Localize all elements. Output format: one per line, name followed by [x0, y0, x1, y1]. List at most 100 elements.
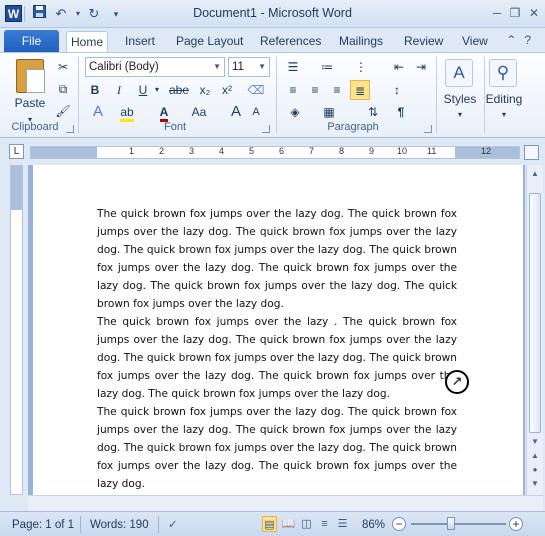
sort-icon[interactable]: ⇅: [364, 102, 382, 122]
restore-icon[interactable]: ❐: [506, 5, 524, 21]
tab-page-layout[interactable]: Page Layout: [172, 31, 247, 52]
outline-icon[interactable]: ≡: [317, 516, 332, 532]
horizontal-ruler[interactable]: 1 2 3 4 5 6 7 8 9 10 11 12: [30, 146, 520, 159]
grow-font-button[interactable]: A: [228, 102, 244, 122]
horizontal-scroll-area: [28, 495, 543, 511]
zoom-level[interactable]: 86%: [362, 517, 385, 533]
borders-icon[interactable]: ▦: [318, 102, 340, 122]
scroll-down-icon[interactable]: ▼: [529, 435, 541, 449]
full-screen-reading-icon[interactable]: 📖: [281, 516, 296, 532]
decrease-indent-icon[interactable]: ⇤: [390, 57, 408, 77]
editing-dropdown-icon[interactable]: ▾: [484, 105, 524, 125]
change-case-button[interactable]: Aa: [184, 102, 214, 122]
zoom-slider-track[interactable]: [411, 523, 506, 525]
font-family-combo[interactable]: Calibri (Body) ▼: [85, 57, 225, 77]
tab-home[interactable]: Home: [66, 31, 109, 52]
ruler-number: 12: [481, 146, 492, 156]
align-left-icon[interactable]: ≡: [284, 80, 302, 100]
ribbon: Paste ▾ ✂ ⧉ 🖌 Clipboard Calibri (Body) ▼…: [0, 52, 545, 138]
binoculars-icon[interactable]: ⚲: [489, 59, 517, 87]
ribbon-collapse-help[interactable]: ⌃?: [506, 33, 539, 47]
help-icon[interactable]: ?: [524, 33, 539, 47]
minimize-ribbon-icon[interactable]: ⌃: [506, 33, 524, 47]
tab-selector[interactable]: L: [9, 144, 24, 159]
clipboard-launcher-icon[interactable]: [66, 125, 74, 133]
group-separator: [78, 57, 79, 133]
strikethrough-button[interactable]: abe: [166, 80, 192, 100]
zoom-in-icon[interactable]: +: [509, 517, 523, 531]
proofing-icon[interactable]: ✓: [168, 517, 178, 533]
tab-view[interactable]: View: [458, 31, 492, 52]
tab-mailings[interactable]: Mailings: [335, 31, 387, 52]
font-size-value: 11: [232, 61, 244, 73]
ruler-row: L 1 2 3 4 5 6 7 8 9 10 11 12: [0, 139, 545, 165]
view-ruler-icon[interactable]: [524, 145, 539, 160]
underline-button[interactable]: U: [134, 80, 152, 100]
document-page[interactable]: The quick brown fox jumps over the lazy …: [33, 165, 523, 495]
justify-icon[interactable]: ≣: [350, 80, 370, 100]
print-layout-icon[interactable]: ▤: [262, 516, 277, 532]
zoom-out-icon[interactable]: −: [392, 517, 406, 531]
styles-icon[interactable]: A: [445, 59, 473, 87]
browse-object-icon[interactable]: ●: [529, 463, 541, 477]
previous-page-icon[interactable]: ▲: [529, 449, 541, 463]
subscript-button[interactable]: x₂: [196, 80, 214, 100]
draft-icon[interactable]: ☰: [335, 516, 350, 532]
text-effects-icon[interactable]: A: [88, 102, 108, 122]
tab-references[interactable]: References: [256, 31, 325, 52]
font-color-icon[interactable]: A: [154, 102, 174, 122]
format-painter-icon[interactable]: 🖌: [54, 101, 72, 121]
document-body[interactable]: The quick brown fox jumps over the lazy …: [97, 205, 457, 493]
align-right-icon[interactable]: ≡: [328, 80, 346, 100]
paste-icon[interactable]: [16, 59, 45, 93]
highlight-icon[interactable]: ab: [116, 102, 138, 122]
cut-icon[interactable]: ✂: [54, 57, 72, 77]
numbering-icon[interactable]: ≔: [316, 57, 338, 77]
close-icon[interactable]: ✕: [525, 5, 543, 21]
chevron-down-icon: ▼: [213, 62, 221, 71]
increase-indent-icon[interactable]: ⇥: [412, 57, 430, 77]
ruler-number: 3: [189, 146, 195, 156]
paragraph-2[interactable]: The quick brown fox jumps over the lazy …: [97, 313, 457, 403]
minimize-icon[interactable]: ─: [488, 5, 506, 21]
shrink-font-button[interactable]: A: [248, 102, 264, 122]
vertical-ruler[interactable]: [10, 165, 23, 495]
align-center-icon[interactable]: ≡: [306, 80, 324, 100]
font-size-combo[interactable]: 11 ▼: [228, 57, 270, 77]
tab-review[interactable]: Review: [400, 31, 447, 52]
bold-button[interactable]: B: [86, 80, 104, 100]
group-separator: [276, 57, 277, 133]
font-launcher-icon[interactable]: [262, 125, 270, 133]
next-page-icon[interactable]: ▼: [529, 477, 541, 491]
word-count[interactable]: Words: 190: [90, 517, 149, 533]
bullets-icon[interactable]: ☰: [282, 57, 304, 77]
ruler-number: 4: [219, 146, 225, 156]
shading-icon[interactable]: ◈: [284, 102, 306, 122]
copy-icon[interactable]: ⧉: [54, 79, 72, 99]
clear-formatting-icon[interactable]: ⌫: [246, 80, 266, 100]
tab-file[interactable]: File: [4, 30, 59, 52]
show-formatting-icon[interactable]: ¶: [392, 102, 410, 122]
paragraph-launcher-icon[interactable]: [424, 125, 432, 133]
page-count[interactable]: Page: 1 of 1: [12, 517, 74, 533]
styles-dropdown-icon[interactable]: ▾: [440, 105, 480, 125]
line-spacing-icon[interactable]: ↕: [386, 80, 408, 100]
web-layout-icon[interactable]: ◫: [299, 516, 314, 532]
scroll-up-icon[interactable]: ▲: [529, 167, 541, 181]
mouse-cursor-icon: ↗: [445, 370, 469, 394]
status-bar: Page: 1 of 1 Words: 190 ✓ ▤ 📖 ◫ ≡ ☰ 86% …: [0, 511, 545, 536]
scroll-thumb[interactable]: [529, 193, 541, 433]
underline-dropdown-icon[interactable]: ▾: [152, 80, 162, 100]
paragraph-group-label: Paragraph: [327, 121, 379, 133]
top-margin-area: [11, 166, 22, 210]
left-margin-area: [31, 147, 97, 158]
paragraph-1[interactable]: The quick brown fox jumps over the lazy …: [97, 205, 457, 313]
superscript-button[interactable]: x²: [218, 80, 236, 100]
italic-button[interactable]: I: [110, 80, 128, 100]
status-separator: [80, 516, 81, 533]
multilevel-list-icon[interactable]: ⋮: [350, 57, 372, 77]
paragraph-3[interactable]: The quick brown fox jumps over the lazy …: [97, 403, 457, 493]
zoom-slider-thumb[interactable]: [447, 517, 455, 530]
vertical-scrollbar[interactable]: ▲ ▼ ▲ ● ▼: [526, 165, 543, 495]
tab-insert[interactable]: Insert: [121, 31, 159, 52]
